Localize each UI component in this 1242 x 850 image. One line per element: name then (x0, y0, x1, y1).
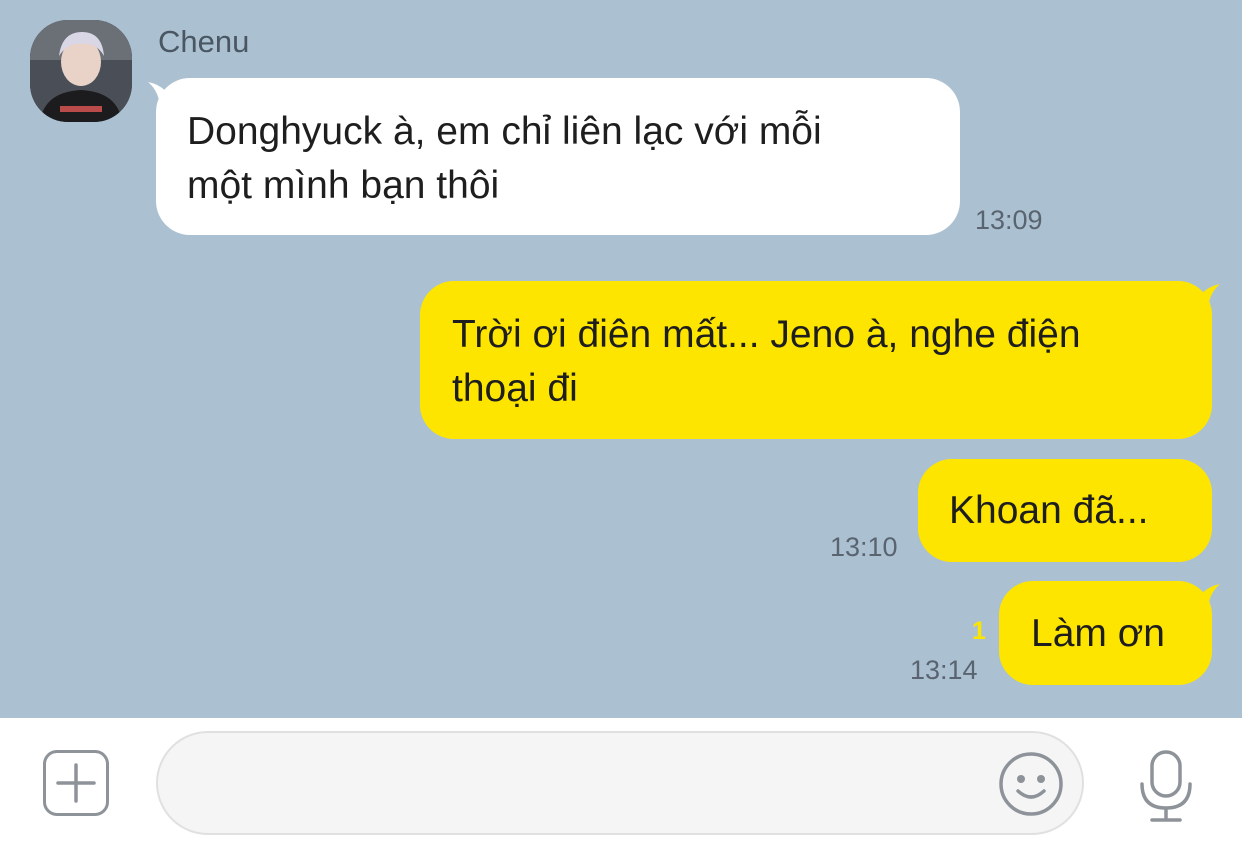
message-text-line: một mình bạn thôi (187, 164, 500, 207)
message-text-line: Donghyuck à, em chỉ liên lạc với mỗi (187, 110, 822, 153)
message-text-line: Trời ơi điên mất... Jeno à, nghe điện (452, 313, 1081, 356)
message-bubble-incoming[interactable]: Donghyuck à, em chỉ liên lạc với mỗi một… (156, 78, 960, 235)
unread-count: 1 (972, 617, 986, 645)
message-time: 13:14 (910, 655, 978, 685)
message-bubble-outgoing[interactable]: Khoan đã... (918, 459, 1212, 562)
message-input[interactable] (156, 731, 1084, 835)
chat-area[interactable]: Chenu Donghyuck à, em chỉ liên lạc với m… (0, 0, 1242, 718)
composer-bar (0, 718, 1242, 850)
sender-name: Chenu (158, 24, 250, 59)
plus-icon[interactable] (43, 750, 109, 816)
contact-avatar[interactable] (30, 20, 132, 122)
message-text-line: thoại đi (452, 367, 578, 410)
message-time: 13:10 (830, 532, 898, 562)
message-text-line: Làm ơn (1031, 612, 1165, 655)
message-bubble-outgoing[interactable]: Làm ơn (999, 581, 1212, 685)
message-bubble-outgoing[interactable]: Trời ơi điên mất... Jeno à, nghe điện th… (420, 281, 1212, 439)
message-text-line: Khoan đã... (949, 489, 1149, 532)
microphone-icon[interactable] (1136, 748, 1196, 824)
emoji-icon[interactable] (998, 751, 1064, 817)
message-time: 13:09 (975, 205, 1043, 235)
